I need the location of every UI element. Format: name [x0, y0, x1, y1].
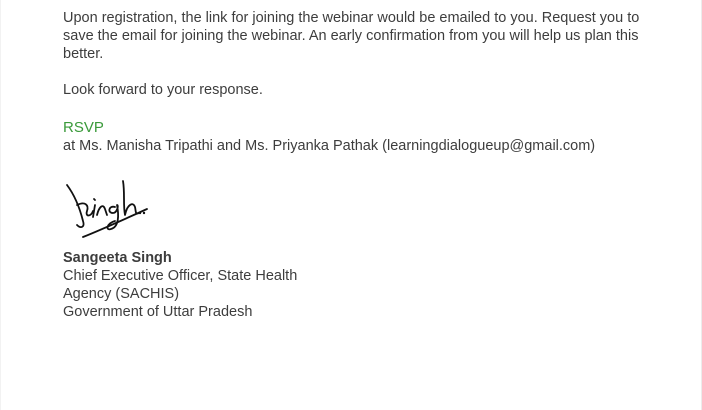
handwritten-signature-image — [63, 175, 153, 239]
rsvp-heading: RSVP — [63, 119, 104, 136]
signatory-title: Chief Executive Officer, State Health Ag… — [63, 268, 298, 302]
rsvp-contacts: at Ms. Manisha Tripathi and Ms. Priyanka… — [63, 138, 596, 154]
signature-drawing — [66, 180, 148, 238]
letter-content: Upon registration, the link for joining … — [63, 9, 643, 321]
signatory-name: Sangeeta Singh — [63, 250, 172, 266]
closing-paragraph: Look forward to your response. — [63, 82, 263, 98]
registration-paragraph: Upon registration, the link for joining … — [63, 10, 640, 62]
signatory-organization: Government of Uttar Pradesh — [63, 304, 253, 320]
email-body: Upon registration, the link for joining … — [0, 0, 702, 410]
